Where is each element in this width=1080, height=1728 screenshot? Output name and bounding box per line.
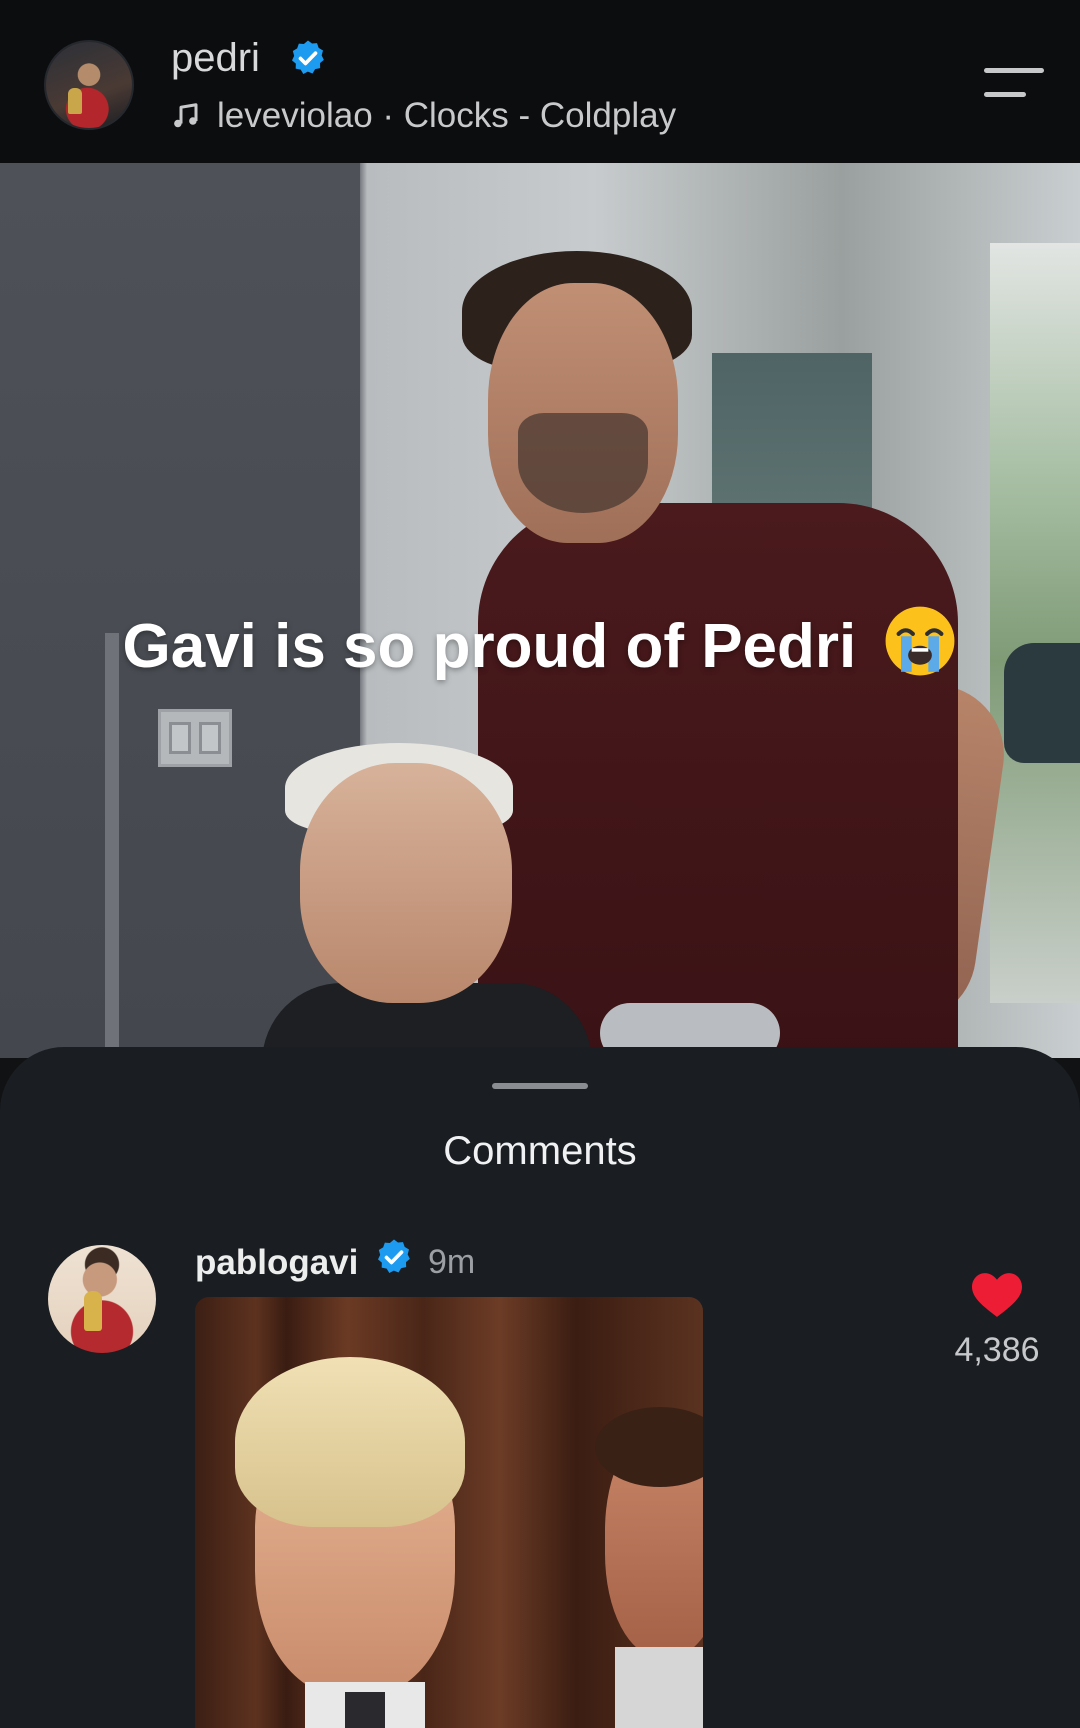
comment-image-attachment[interactable] <box>195 1297 703 1728</box>
menu-icon[interactable] <box>984 68 1046 104</box>
comment-timestamp: 9m <box>428 1243 476 1281</box>
verified-badge-icon <box>292 40 324 74</box>
top-bar: pedri leveviolao · Clocks - Coldplay <box>0 0 1080 163</box>
comment-author-avatar[interactable] <box>48 1245 156 1353</box>
comment-author-username[interactable]: pablogavi <box>195 1243 358 1283</box>
light-switch <box>158 709 232 767</box>
comment-like-count: 4,386 <box>954 1331 1040 1369</box>
post-media[interactable]: Gavi is so proud of Pedri <box>0 163 1080 1058</box>
comments-sheet: Comments pablogavi 9m 4,386 <box>0 1047 1080 1728</box>
video-caption-text: Gavi is so proud of Pedri <box>122 612 857 681</box>
sheet-drag-handle[interactable] <box>492 1083 588 1089</box>
music-note-icon <box>174 103 198 128</box>
post-author-username[interactable]: pedri <box>171 36 260 81</box>
video-caption: Gavi is so proud of Pedri <box>0 603 1080 682</box>
music-track-text: leveviolao · Clocks - Coldplay <box>217 96 677 135</box>
comments-title: Comments <box>443 1129 637 1173</box>
music-attribution[interactable]: leveviolao · Clocks - Coldplay <box>171 93 676 139</box>
comment-like-button[interactable]: 4,386 <box>944 1273 1050 1370</box>
loudly-crying-face-emoji-icon <box>885 606 954 676</box>
verified-badge-icon <box>378 1239 410 1273</box>
profile-avatar[interactable] <box>44 40 134 130</box>
heart-icon <box>972 1273 1022 1317</box>
